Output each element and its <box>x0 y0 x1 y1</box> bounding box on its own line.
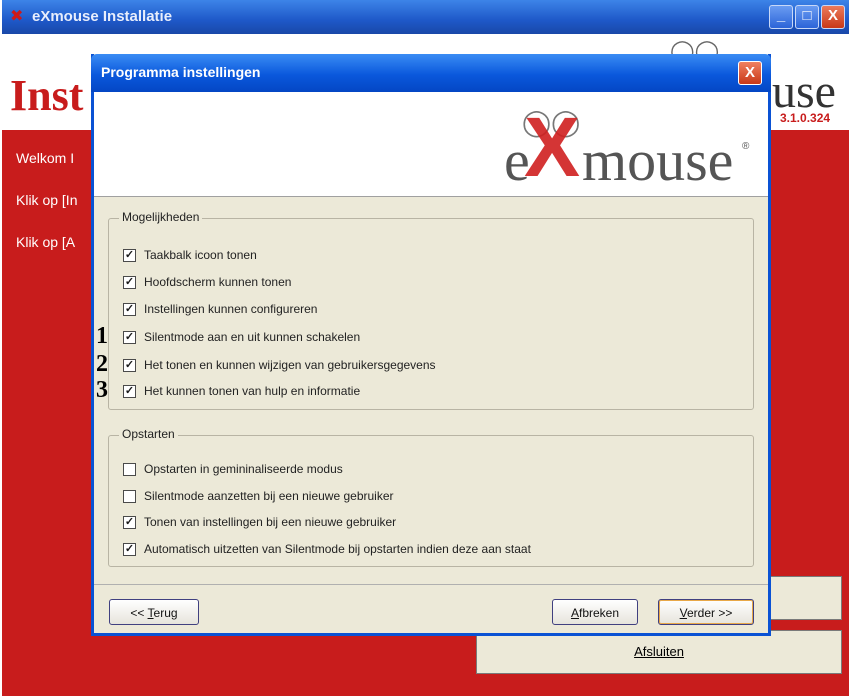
checkbox-label: Het tonen en kunnen wijzigen van gebruik… <box>144 358 436 372</box>
minimize-button[interactable]: _ <box>769 5 793 29</box>
marker-number: 2 <box>96 351 108 377</box>
checkbox[interactable]: ✓ <box>123 276 136 289</box>
back-button[interactable]: << Terug <box>109 599 199 625</box>
checkbox[interactable]: ✓ <box>123 303 136 316</box>
next-button[interactable]: Verder >> <box>658 599 754 625</box>
logo-mouse: mouse <box>582 128 734 193</box>
checkbox-label: Het kunnen tonen van hulp en informatie <box>144 384 361 398</box>
accelerator-key: V <box>679 606 687 620</box>
marker-number: 3 <box>96 377 108 403</box>
exmouse-logo: ◯◯ e X mouse ® <box>504 100 764 197</box>
checkbox[interactable]: ✓ <box>123 385 136 398</box>
mouse-app-icon: ✖ <box>10 8 24 25</box>
button-label: erug <box>153 606 178 620</box>
group-opstarten: Opstarten Opstarten in gemininaliseerde … <box>108 427 754 567</box>
afsluiten-button[interactable]: Afsluiten <box>476 630 842 674</box>
accelerator-key: A <box>570 606 579 620</box>
checkbox[interactable]: ✓ <box>123 543 136 556</box>
maximize-button[interactable]: □ <box>795 5 819 29</box>
logo-registered-mark: ® <box>742 141 750 152</box>
marker-number: 1 <box>96 323 108 349</box>
checkbox-label: Opstarten in gemininaliseerde modus <box>144 462 343 476</box>
checkbox[interactable]: ✓ <box>123 516 136 529</box>
instruction-text: Klik op [A <box>16 234 76 250</box>
button-label-prefix: << <box>130 606 148 620</box>
button-label: erder >> <box>686 606 733 620</box>
checkbox[interactable]: ✓ <box>123 359 136 372</box>
close-button[interactable]: X <box>821 5 845 29</box>
checkbox[interactable] <box>123 490 136 503</box>
logo-x: X <box>524 100 581 194</box>
settings-dialog: Programma instellingen X ◯◯ e X mouse ® … <box>91 54 771 636</box>
dialog-titlebar[interactable]: Programma instellingen X <box>91 54 771 92</box>
divider <box>94 584 768 585</box>
checkbox-label: Silentmode aan en uit kunnen schakelen <box>144 330 361 344</box>
installer-title: eXmouse Installatie <box>32 8 173 25</box>
checkbox-label: Tonen van instellingen bij een nieuwe ge… <box>144 515 397 529</box>
group-legend: Mogelijkheden <box>119 210 203 224</box>
dialog-title: Programma instellingen <box>101 64 261 80</box>
version-label: 3.1.0.324 <box>780 111 831 125</box>
checkbox-label: Automatisch uitzetten van Silentmode bij… <box>144 542 531 556</box>
checkbox[interactable]: ✓ <box>123 331 136 344</box>
cancel-button[interactable]: Afbreken <box>552 599 638 625</box>
checkbox-label: Taakbalk icoon tonen <box>144 248 257 262</box>
checkbox[interactable]: ✓ <box>123 249 136 262</box>
installer-header-title: Inst <box>10 71 84 120</box>
dialog-close-button[interactable]: X <box>738 61 762 85</box>
group-mogelijkheden: Mogelijkheden ✓ Taakbalk icoon tonen ✓ H… <box>96 210 754 410</box>
checkbox-label: Instellingen kunnen configureren <box>144 302 318 316</box>
welcome-text: Welkom I <box>16 150 75 166</box>
checkbox-label: Silentmode aanzetten bij een nieuwe gebr… <box>144 489 394 503</box>
checkbox[interactable] <box>123 463 136 476</box>
group-legend: Opstarten <box>119 427 178 441</box>
instruction-text: Klik op [In <box>16 192 78 208</box>
button-label: fbreken <box>578 606 620 620</box>
dialog-header: ◯◯ e X mouse ® <box>94 92 768 197</box>
installer-titlebar[interactable]: ✖ eXmouse Installatie _ □ X <box>2 0 849 34</box>
checkbox-label: Hoofdscherm kunnen tonen <box>144 275 292 289</box>
